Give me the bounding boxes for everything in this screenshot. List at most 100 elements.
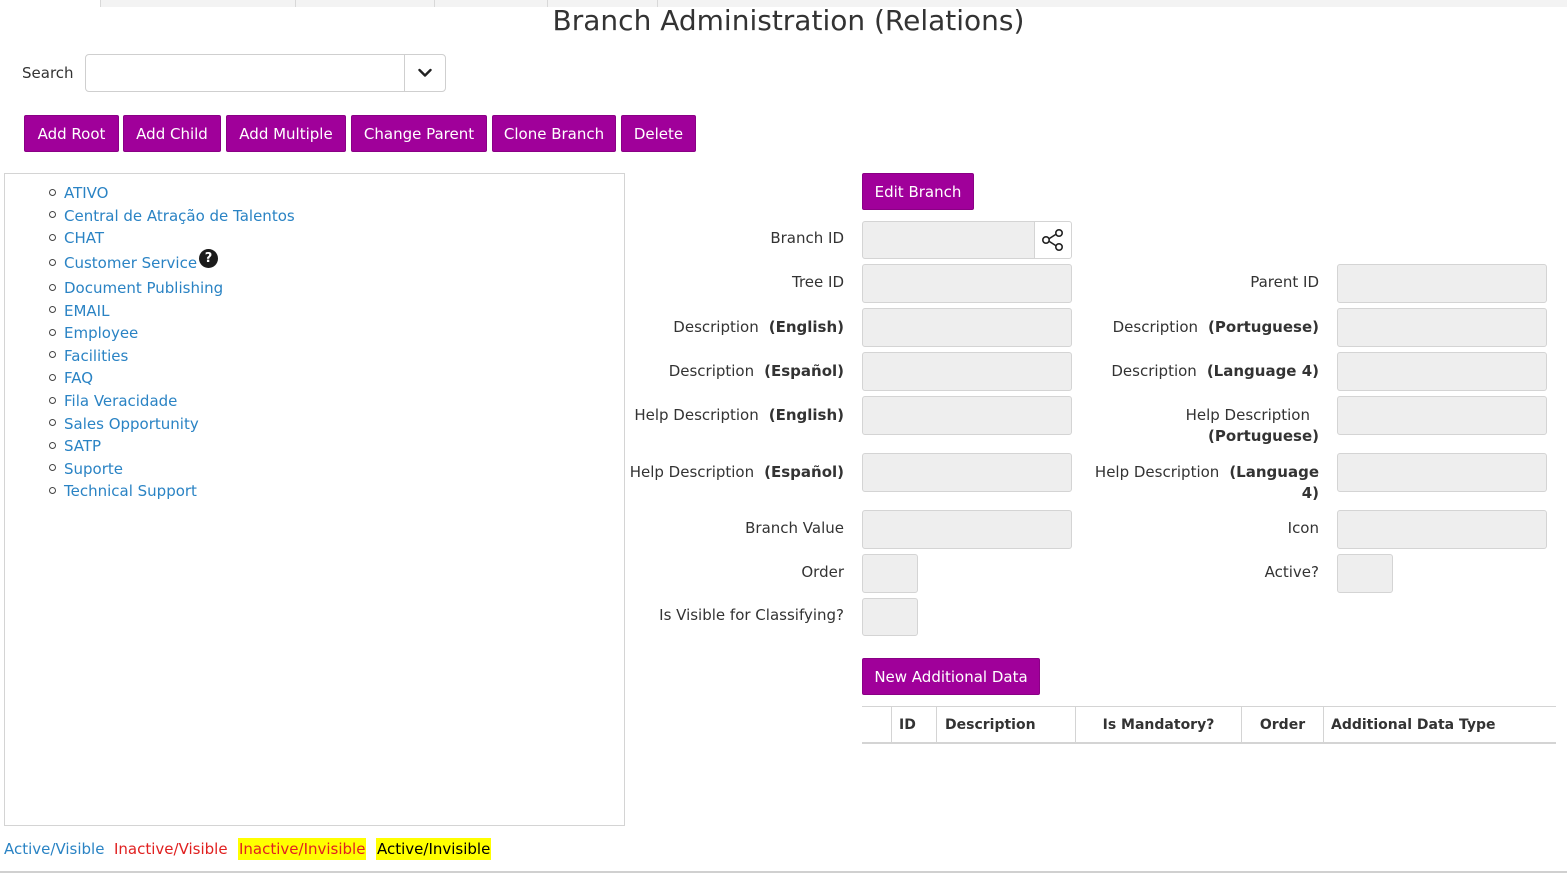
parent-id-field[interactable]: [1337, 264, 1547, 303]
branch-tree: ATIVO Central de Atração de Talentos CHA…: [49, 182, 295, 503]
language-tag: (Language: [1229, 463, 1319, 481]
active-label: Active?: [1264, 563, 1319, 581]
language-tag: (Español): [764, 463, 844, 481]
search-combobox[interactable]: [85, 54, 446, 92]
branch-value-field[interactable]: [862, 510, 1072, 549]
tree-item: Employee: [49, 322, 295, 345]
new-additional-data-button[interactable]: New Additional Data: [862, 658, 1040, 695]
column-header-select: [862, 707, 891, 743]
tree-item-link[interactable]: Fila Veracidade: [64, 392, 177, 410]
bullet-icon: [49, 306, 56, 314]
tree-item: SATP: [49, 435, 295, 458]
search-input[interactable]: [86, 55, 404, 91]
tree-item-link[interactable]: SATP: [64, 437, 101, 455]
delete-button[interactable]: Delete: [621, 115, 696, 152]
tree-item-link[interactable]: Facilities: [64, 347, 128, 365]
label-text: Help Description: [629, 463, 755, 481]
column-header-order[interactable]: Order: [1241, 707, 1323, 743]
chevron-down-icon: [418, 68, 432, 77]
add-child-button[interactable]: Add Child: [123, 115, 221, 152]
description-espanol-field[interactable]: [862, 352, 1072, 391]
label-text: Description: [1112, 318, 1199, 336]
bullet-icon: [49, 283, 56, 291]
parent-id-label: Parent ID: [1250, 273, 1319, 291]
label-text: Help Description: [1185, 406, 1310, 424]
tree-item: Customer Service?: [49, 248, 295, 277]
search-dropdown-toggle[interactable]: [404, 55, 445, 91]
tree-item-link[interactable]: Central de Atração de Talentos: [64, 207, 295, 225]
page-title: Branch Administration (Relations): [552, 4, 1025, 37]
icon-field[interactable]: [1337, 510, 1547, 549]
help-description-portuguese-field[interactable]: [1337, 396, 1547, 435]
label-text: Description: [668, 362, 755, 380]
bullet-icon: [49, 486, 56, 494]
add-multiple-button[interactable]: Add Multiple: [226, 115, 346, 152]
tree-item-link[interactable]: CHAT: [64, 229, 104, 247]
help-description-portuguese-label: Help Description (Portuguese): [1186, 405, 1319, 447]
language-tag: (Language 4): [1206, 362, 1319, 380]
tree-item-link[interactable]: FAQ: [64, 369, 93, 387]
label-text: Description: [1111, 362, 1197, 380]
clone-branch-button[interactable]: Clone Branch: [492, 115, 616, 152]
tree-item-link[interactable]: Document Publishing: [64, 279, 223, 297]
tree-item-link[interactable]: Suporte: [64, 460, 123, 478]
language-tag-continued: 4): [1301, 484, 1319, 502]
bullet-icon: [49, 211, 56, 219]
bullet-icon: [49, 419, 56, 427]
change-parent-button[interactable]: Change Parent: [351, 115, 487, 152]
tree-item: Fila Veracidade: [49, 390, 295, 413]
tree-item: Technical Support: [49, 480, 295, 503]
order-field[interactable]: [862, 554, 918, 593]
tree-item-link[interactable]: Sales Opportunity: [64, 415, 199, 433]
help-description-english-label: Help Description (English): [634, 405, 844, 426]
help-description-language4-field[interactable]: [1337, 453, 1547, 492]
column-header-description[interactable]: Description: [936, 707, 1075, 743]
description-english-field[interactable]: [862, 308, 1072, 347]
help-description-espanol-field[interactable]: [862, 453, 1072, 492]
help-description-english-field[interactable]: [862, 396, 1072, 435]
bullet-icon: [49, 351, 56, 359]
tree-item: ATIVO: [49, 182, 295, 205]
description-language4-field[interactable]: [1337, 352, 1547, 391]
tree-item: Suporte: [49, 458, 295, 481]
branch-id-field[interactable]: [862, 221, 1035, 259]
branch-value-label: Branch Value: [745, 519, 844, 537]
language-tag: (English): [768, 406, 844, 424]
tree-item-link[interactable]: Customer Service: [64, 254, 197, 272]
tree-item: Document Publishing: [49, 277, 295, 300]
label-text: Description: [673, 318, 759, 336]
question-circle-icon[interactable]: ?: [199, 248, 219, 268]
tree-item: Facilities: [49, 345, 295, 368]
legend-active-invisible: Active/Invisible: [376, 838, 492, 860]
edit-branch-button[interactable]: Edit Branch: [862, 173, 974, 210]
bullet-icon: [49, 233, 56, 241]
label-text: Help Description: [634, 406, 759, 424]
add-root-button[interactable]: Add Root: [24, 115, 119, 152]
tree-item: CHAT: [49, 227, 295, 250]
legend-active-visible: Active/Visible: [4, 840, 105, 858]
label-text: Help Description: [1094, 463, 1220, 481]
language-tag: (Portuguese): [1208, 427, 1319, 445]
is-visible-label: Is Visible for Classifying?: [659, 606, 844, 624]
tree-item-link[interactable]: Technical Support: [64, 482, 197, 500]
active-field[interactable]: [1337, 554, 1393, 593]
tree-id-field[interactable]: [862, 264, 1072, 303]
tree-item-link[interactable]: ATIVO: [64, 184, 109, 202]
bullet-icon: [49, 373, 56, 381]
description-portuguese-field[interactable]: [1337, 308, 1547, 347]
tree-id-label: Tree ID: [792, 273, 844, 291]
column-header-is-mandatory[interactable]: Is Mandatory?: [1075, 707, 1241, 743]
language-tag: (English): [768, 318, 844, 336]
branch-id-share-button[interactable]: [1034, 221, 1072, 259]
is-visible-field[interactable]: [862, 598, 918, 636]
description-espanol-label: Description (Español): [669, 361, 844, 382]
bullet-icon: [49, 396, 56, 404]
tree-item-link[interactable]: EMAIL: [64, 302, 109, 320]
bullet-icon: [49, 188, 56, 196]
branch-id-label: Branch ID: [770, 229, 844, 247]
column-header-id[interactable]: ID: [891, 707, 936, 743]
bullet-icon: [49, 464, 56, 472]
description-language4-label: Description (Language 4): [1111, 361, 1319, 382]
column-header-additional-data-type[interactable]: Additional Data Type: [1323, 707, 1556, 743]
tree-item-link[interactable]: Employee: [64, 324, 138, 342]
